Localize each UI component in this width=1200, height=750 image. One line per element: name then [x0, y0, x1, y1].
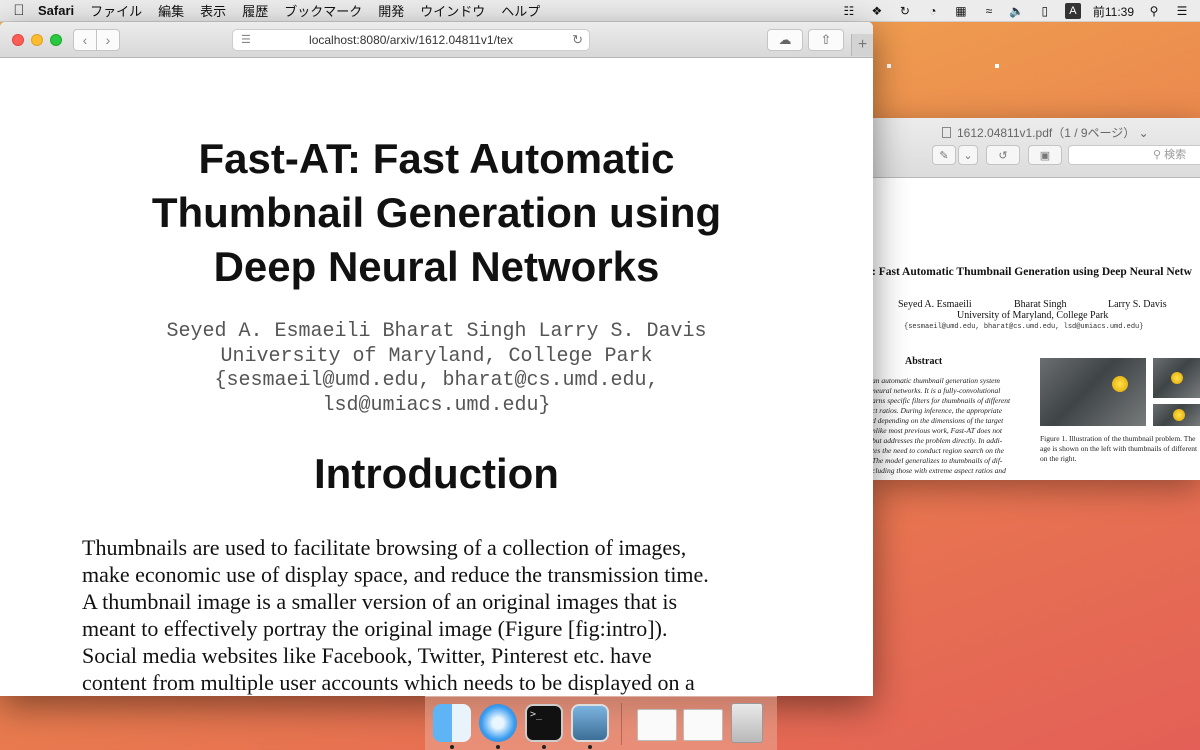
running-indicator	[496, 745, 500, 749]
flower-icon	[1171, 372, 1183, 384]
trash-icon[interactable]	[731, 703, 763, 743]
running-indicator	[542, 745, 546, 749]
search-icon: ⚲	[1153, 149, 1165, 161]
menu-help[interactable]: ヘルプ	[501, 1, 540, 20]
toolbox-button[interactable]: ▣	[1028, 145, 1062, 165]
pdf-figure-caption: Figure 1. Illustration of the thumbnail …	[1040, 434, 1198, 463]
chevron-left-icon: ‹	[82, 32, 88, 48]
app-menu-safari[interactable]: Safari	[38, 3, 74, 18]
chevron-down-icon: ⌄	[963, 149, 973, 162]
figure-thumbnail	[1153, 404, 1200, 426]
dropbox-icon[interactable]: ❖	[869, 4, 885, 18]
safari-icon[interactable]	[479, 704, 517, 742]
minimize-window-button[interactable]	[31, 34, 43, 46]
address-bar[interactable]: ☰ localhost:8080/arxiv/1612.04811v1/tex …	[232, 29, 590, 51]
pdf-abstract-heading: Abstract	[905, 356, 943, 367]
menu-edit[interactable]: 編集	[158, 1, 184, 20]
figure-thumbnail	[1153, 358, 1200, 398]
pdf-page[interactable]: : Fast Automatic Thumbnail Generation us…	[872, 178, 1200, 480]
back-button[interactable]: ‹	[73, 29, 97, 51]
menu-window[interactable]: ウインドウ	[420, 1, 485, 20]
cloud-icon: ☁	[778, 32, 792, 47]
pdf-affiliation: University of Maryland, College Park	[957, 310, 1109, 321]
markup-pen-button[interactable]: ✎	[932, 145, 956, 165]
safari-toolbar: ‹ › ☰ localhost:8080/arxiv/1612.04811v1/…	[0, 22, 873, 58]
terminal-icon[interactable]: >_	[525, 704, 563, 742]
close-window-button[interactable]	[12, 34, 24, 46]
paper-body-text: Thumbnails are used to facilitate browsi…	[82, 535, 709, 695]
paper-authors: Seyed A. Esmaeili Bharat Singh Larry S. …	[166, 320, 707, 417]
figure-image-main	[1040, 358, 1146, 426]
input-source-badge[interactable]: A	[1064, 3, 1081, 19]
notification-center-icon[interactable]: ☰	[1174, 4, 1190, 18]
pdf-abstract-text: an automatic thumbnail generation system…	[872, 376, 1011, 475]
sync-icon[interactable]: ↻	[897, 4, 913, 18]
plus-icon: +	[857, 36, 868, 53]
pdf-emails: {sesmaeil@umd.edu, bharat@cs.umd.edu, ls…	[904, 323, 1144, 331]
flower-icon	[1112, 376, 1128, 392]
desktop-dot	[995, 64, 999, 68]
menu-view[interactable]: 表示	[200, 1, 226, 20]
running-indicator	[450, 745, 454, 749]
share-button[interactable]: ⇧	[808, 29, 844, 51]
preview-icon[interactable]	[571, 704, 609, 742]
menu-bar:  Safari ファイル 編集 表示 履歴 ブックマーク 開発 ウインドウ ヘ…	[0, 0, 1200, 22]
desktop-dot	[887, 64, 891, 68]
preview-search-field[interactable]: ⚲ 検索	[1068, 145, 1200, 165]
menu-history[interactable]: 履歴	[242, 1, 268, 20]
menu-develop[interactable]: 開発	[378, 1, 404, 20]
circle-status-icon[interactable]: ◔	[925, 4, 941, 18]
pdf-author: Seyed A. Esmaeili	[898, 299, 972, 310]
url-text: localhost:8080/arxiv/1612.04811v1/tex	[309, 33, 513, 47]
rotate-button[interactable]: ↺	[986, 145, 1020, 165]
paper-title: Fast-AT: Fast Automatic Thumbnail Genera…	[151, 135, 722, 290]
icloud-tabs-button[interactable]: ☁	[767, 29, 803, 51]
running-indicator	[588, 745, 592, 749]
safari-window[interactable]: ‹ › ☰ localhost:8080/arxiv/1612.04811v1/…	[0, 22, 873, 696]
finder-icon[interactable]	[433, 704, 471, 742]
battery-icon[interactable]: ▯	[1037, 4, 1053, 18]
preview-window[interactable]: 1612.04811v1.pdf（1 / 9ページ） ⌄ ✎ ⌄ ↺ ▣ ⚲ 検…	[872, 118, 1200, 480]
toolbox-icon: ▣	[1039, 149, 1051, 162]
apple-menu-icon[interactable]: 	[0, 2, 38, 19]
menu-file[interactable]: ファイル	[90, 1, 142, 20]
section-heading: Introduction	[314, 450, 559, 497]
preview-toolbar: 1612.04811v1.pdf（1 / 9ページ） ⌄ ✎ ⌄ ↺ ▣ ⚲ 検…	[872, 118, 1200, 178]
rotate-icon: ↺	[998, 149, 1008, 162]
flower-icon	[1173, 409, 1185, 421]
zoom-window-button[interactable]	[50, 34, 62, 46]
reader-view-icon[interactable]: ☰	[241, 33, 251, 46]
volume-icon[interactable]: 🔈	[1009, 4, 1025, 18]
pdf-title: : Fast Automatic Thumbnail Generation us…	[872, 266, 1192, 278]
document-thumb-icon[interactable]	[683, 709, 723, 741]
train-icon[interactable]: ☷	[841, 4, 857, 18]
markup-dropdown-button[interactable]: ⌄	[958, 145, 978, 165]
spotlight-search-icon[interactable]: ⚲	[1146, 4, 1162, 18]
reload-icon[interactable]: ↻	[572, 32, 583, 48]
dock: >_	[425, 696, 777, 750]
forward-button[interactable]: ›	[96, 29, 120, 51]
document-thumb-icon[interactable]	[637, 709, 677, 741]
pdf-author: Larry S. Davis	[1108, 299, 1167, 310]
pdf-document-icon	[942, 127, 951, 138]
keyboard-icon[interactable]: ▦	[953, 4, 969, 18]
chevron-down-icon[interactable]: ⌄	[1139, 126, 1149, 140]
pdf-author: Bharat Singh	[1014, 299, 1067, 310]
chevron-right-icon: ›	[105, 32, 111, 48]
preview-window-title: 1612.04811v1.pdf（1 / 9ページ） ⌄	[942, 124, 1149, 141]
menu-bookmarks[interactable]: ブックマーク	[284, 1, 362, 20]
dock-separator	[621, 703, 622, 745]
menubar-clock[interactable]: 前11:39	[1093, 3, 1134, 20]
web-content[interactable]: Fast-AT: Fast Automatic Thumbnail Genera…	[0, 58, 873, 696]
share-icon: ⇧	[820, 32, 832, 47]
pen-icon: ✎	[939, 149, 949, 162]
wifi-icon[interactable]: ≈	[981, 4, 997, 18]
new-tab-button[interactable]: +	[851, 34, 873, 56]
